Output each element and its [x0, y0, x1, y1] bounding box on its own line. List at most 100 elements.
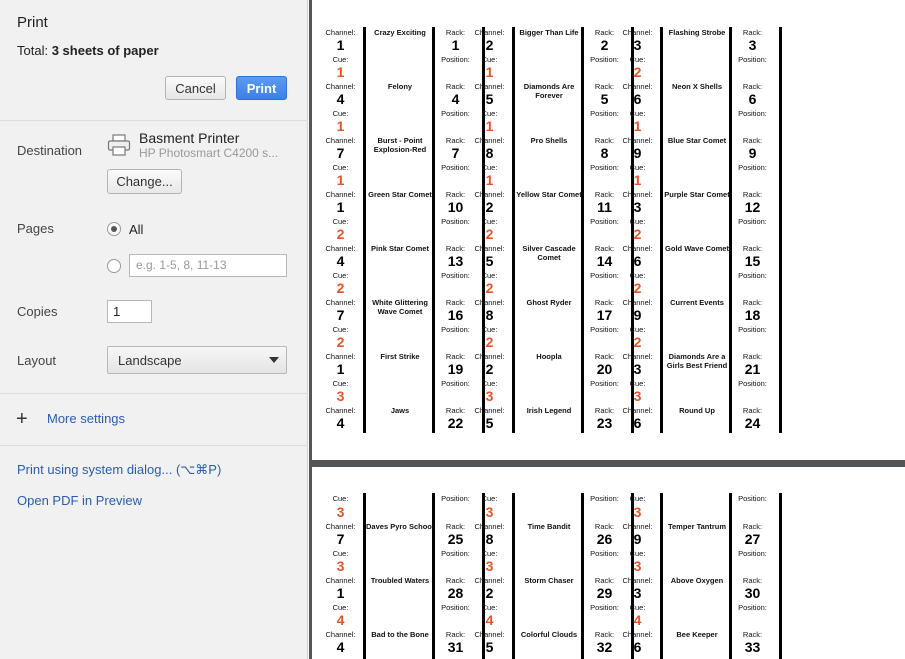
firework-name: Troubled Waters: [370, 576, 430, 585]
cue-number: 3: [336, 388, 345, 404]
firework-name: Blue Star Comet: [667, 136, 727, 145]
open-pdf-link[interactable]: Open PDF in Preview: [17, 493, 142, 508]
channel-label: Channel:: [474, 630, 505, 639]
firework-name: Bee Keeper: [676, 630, 718, 639]
channel-label: Channel:: [474, 82, 505, 91]
cue-number: 2: [633, 226, 642, 242]
channel-number: 3: [633, 585, 642, 601]
position-label: Position:: [738, 379, 767, 388]
channel-number: 1: [336, 199, 345, 215]
cue-number: 1: [485, 118, 494, 134]
dialog-title: Print: [17, 14, 48, 31]
layout-select[interactable]: Landscape: [107, 346, 287, 374]
rack-number: 3: [748, 37, 757, 53]
cue-label: Cue:: [332, 109, 349, 118]
chevron-down-icon: [269, 357, 279, 363]
cue-label: Cue:: [481, 271, 498, 280]
channel-number: 2: [485, 585, 494, 601]
channel-label: Channel:: [474, 406, 505, 415]
system-dialog-link[interactable]: Print using system dialog... (⌥⌘P): [17, 462, 221, 478]
channel-label: Channel:: [474, 298, 505, 307]
cue-label: Cue:: [481, 109, 498, 118]
cue-label: Cue:: [629, 549, 646, 558]
cue-label: Cue:: [332, 549, 349, 558]
cue-label: Cue:: [629, 494, 646, 503]
plus-icon[interactable]: +: [16, 409, 28, 429]
firework-name: Round Up: [679, 406, 715, 415]
rack-label: Rack:: [742, 352, 763, 361]
more-settings-link[interactable]: More settings: [47, 411, 125, 426]
print-button[interactable]: Print: [236, 76, 287, 100]
cue-label: Cue:: [332, 271, 349, 280]
rack-label: Rack:: [742, 244, 763, 253]
firework-name: White Glittering Wave Comet: [372, 298, 428, 316]
channel-number: 6: [633, 639, 642, 655]
channel-number: 5: [485, 639, 494, 655]
channel-number: 4: [336, 91, 345, 107]
firework-name: Gold Wave Comet: [665, 244, 729, 253]
channel-label: Channel:: [325, 406, 356, 415]
pages-all-radio[interactable]: [107, 222, 121, 236]
position-label: Position:: [738, 109, 767, 118]
firework-name: Ghost Ryder: [526, 298, 572, 307]
channel-label: Channel:: [622, 244, 653, 253]
firework-name: Pro Shells: [530, 136, 568, 145]
change-destination-button[interactable]: Change...: [107, 169, 182, 194]
printer-name: Basment Printer: [139, 130, 240, 146]
channel-number: 2: [485, 37, 494, 53]
channel-number: 7: [336, 307, 345, 323]
cue-number: 3: [336, 558, 345, 574]
cue-label: Cue:: [332, 494, 349, 503]
destination-label: Destination: [17, 143, 83, 158]
cue-label: Cue:: [332, 603, 349, 612]
cue-number: 1: [336, 64, 345, 80]
divider: [0, 393, 308, 394]
divider: [0, 445, 308, 446]
channel-label: Channel:: [474, 28, 505, 37]
printer-model: HP Photosmart C4200 s...: [139, 146, 279, 160]
position-label: Position:: [738, 271, 767, 280]
cue-number: 2: [336, 334, 345, 350]
cancel-button[interactable]: Cancel: [165, 76, 226, 100]
position-label: Position:: [738, 163, 767, 172]
cue-label: Cue:: [629, 109, 646, 118]
cue-number: 1: [633, 118, 642, 134]
column-rule: [779, 493, 782, 659]
cue-number: 2: [336, 226, 345, 242]
print-preview[interactable]: Channel: 1 Cue: 1 Crazy Exciting Rack: 1 Positi…: [309, 0, 905, 659]
copies-label: Copies: [17, 304, 58, 319]
channel-label: Channel:: [325, 630, 356, 639]
cue-label: Cue:: [481, 217, 498, 226]
rack-label: Rack:: [742, 406, 763, 415]
channel-label: Channel:: [325, 352, 356, 361]
rack-label: Rack:: [742, 82, 763, 91]
channel-label: Channel:: [325, 244, 356, 253]
channel-label: Channel:: [325, 82, 356, 91]
rack-number: 6: [748, 91, 757, 107]
firework-name: Pink Star Comet: [371, 244, 429, 253]
rack-number: 33: [744, 639, 761, 655]
cue-number: 2: [485, 334, 494, 350]
cue-number: 3: [633, 388, 642, 404]
channel-number: 9: [633, 531, 642, 547]
column-rule: [779, 27, 782, 433]
firework-name: Felony: [387, 82, 413, 91]
pages-custom-radio[interactable]: [107, 259, 121, 273]
rack-label: Rack:: [742, 630, 763, 639]
channel-label: Channel:: [622, 522, 653, 531]
channel-number: 3: [633, 37, 642, 53]
cue-label: Cue:: [332, 217, 349, 226]
rack-number: 9: [748, 145, 757, 161]
channel-number: 9: [633, 145, 642, 161]
cue-label: Cue:: [332, 55, 349, 64]
cue-number: 1: [485, 64, 494, 80]
rack-number: 21: [744, 361, 761, 377]
channel-number: 2: [485, 199, 494, 215]
printer-icon: [107, 134, 131, 156]
channel-label: Channel:: [474, 576, 505, 585]
copies-input[interactable]: 1: [107, 300, 152, 323]
cue-label: Cue:: [629, 217, 646, 226]
pages-range-input[interactable]: e.g. 1-5, 8, 11-13: [129, 254, 287, 277]
cue-number: 1: [336, 118, 345, 134]
position-label: Position:: [738, 325, 767, 334]
